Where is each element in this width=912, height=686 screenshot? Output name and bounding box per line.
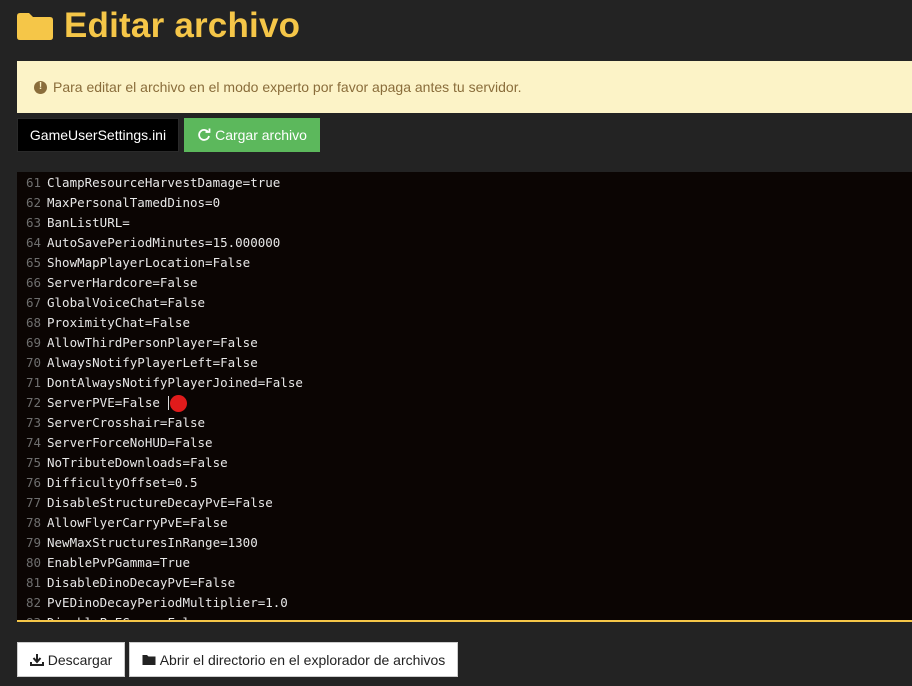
download-button[interactable]: Descargar bbox=[17, 642, 125, 677]
code-line: 68 ProximityChat=False bbox=[17, 312, 912, 332]
code-line: 81 DisableDinoDecayPvE=False bbox=[17, 572, 912, 592]
line-text: ServerHardcore=False bbox=[47, 274, 198, 290]
line-text: BanListURL= bbox=[47, 214, 130, 230]
line-number: 75 bbox=[25, 454, 41, 470]
code-line: 75 NoTributeDownloads=False bbox=[17, 452, 912, 472]
line-number: 78 bbox=[25, 514, 41, 530]
line-text: ProximityChat=False bbox=[47, 314, 190, 330]
code-line: 83 DisablePvEGamma=False bbox=[17, 612, 912, 622]
line-text: AutoSavePeriodMinutes=15.000000 bbox=[47, 234, 281, 250]
line-number: 67 bbox=[25, 294, 41, 310]
load-file-label: Cargar archivo bbox=[215, 127, 307, 143]
line-number: 63 bbox=[25, 214, 41, 230]
code-line: 67 GlobalVoiceChat=False bbox=[17, 292, 912, 312]
folder-icon bbox=[142, 655, 156, 665]
line-text: ServerCrosshair=False bbox=[47, 414, 206, 430]
line-text: AllowFlyerCarryPvE=False bbox=[47, 514, 228, 530]
line-text: ServerForceNoHUD=False bbox=[47, 434, 213, 450]
line-text: EnablePvPGamma=True bbox=[47, 554, 190, 570]
code-line: 65 ShowMapPlayerLocation=False bbox=[17, 252, 912, 272]
header: Editar archivo bbox=[16, 4, 300, 48]
line-text: AllowThirdPersonPlayer=False bbox=[47, 334, 258, 350]
alert-warning: ! Para editar el archivo en el modo expe… bbox=[17, 61, 912, 113]
code-line: 69 AllowThirdPersonPlayer=False bbox=[17, 332, 912, 352]
code-line: 80 EnablePvPGamma=True bbox=[17, 552, 912, 572]
refresh-icon bbox=[198, 128, 211, 141]
line-text: DisableDinoDecayPvE=False bbox=[47, 574, 236, 590]
code-lines: 61 ClampResourceHarvestDamage=true 62 MaxPe… bbox=[17, 172, 912, 622]
line-number: 73 bbox=[25, 414, 41, 430]
line-number: 66 bbox=[25, 274, 41, 290]
code-line: 70 AlwaysNotifyPlayerLeft=False bbox=[17, 352, 912, 372]
code-line: 66 ServerHardcore=False bbox=[17, 272, 912, 292]
line-number: 80 bbox=[25, 554, 41, 570]
line-text: DisableStructureDecayPvE=False bbox=[47, 494, 273, 510]
line-number: 74 bbox=[25, 434, 41, 450]
line-number: 77 bbox=[25, 494, 41, 510]
code-line: 71 DontAlwaysNotifyPlayerJoined=False bbox=[17, 372, 912, 392]
file-name-label: GameUserSettings.ini bbox=[17, 118, 179, 152]
download-label: Descargar bbox=[47, 651, 113, 668]
line-text: NewMaxStructuresInRange=1300 bbox=[47, 534, 258, 550]
code-line: 76 DifficultyOffset=0.5 bbox=[17, 472, 912, 492]
code-line: 62 MaxPersonalTamedDinos=0 bbox=[17, 192, 912, 212]
code-line: 79 NewMaxStructuresInRange=1300 bbox=[17, 532, 912, 552]
line-text: ShowMapPlayerLocation=False bbox=[47, 254, 251, 270]
line-number: 76 bbox=[25, 474, 41, 490]
code-line: 63 BanListURL= bbox=[17, 212, 912, 232]
code-line: 77 DisableStructureDecayPvE=False bbox=[17, 492, 912, 512]
load-file-button[interactable]: Cargar archivo bbox=[184, 118, 320, 152]
download-icon bbox=[29, 654, 44, 666]
line-number: 61 bbox=[25, 174, 41, 190]
code-line: 82 PvEDinoDecayPeriodMultiplier=1.0 bbox=[17, 592, 912, 612]
line-number: 69 bbox=[25, 334, 41, 350]
line-text: NoTributeDownloads=False bbox=[47, 454, 228, 470]
line-number: 72 bbox=[25, 394, 41, 410]
line-text: DifficultyOffset=0.5 bbox=[47, 474, 198, 490]
open-directory-button[interactable]: Abrir el directorio en el explorador de … bbox=[129, 642, 458, 677]
line-number: 62 bbox=[25, 194, 41, 210]
line-text: DisablePvEGamma=False bbox=[47, 614, 206, 622]
line-number: 82 bbox=[25, 594, 41, 610]
page: Editar archivo ! Para editar el archivo … bbox=[0, 0, 912, 686]
line-number: 64 bbox=[25, 234, 41, 250]
page-title: Editar archivo bbox=[64, 6, 301, 45]
line-number: 81 bbox=[25, 574, 41, 590]
line-text: DontAlwaysNotifyPlayerJoined=False bbox=[47, 374, 303, 390]
line-text: GlobalVoiceChat=False bbox=[47, 294, 206, 310]
mouse-cursor-indicator bbox=[170, 395, 187, 412]
code-line: 61 ClampResourceHarvestDamage=true bbox=[17, 172, 912, 192]
open-directory-label: Abrir el directorio en el explorador de … bbox=[159, 651, 446, 668]
code-line: 72 ServerPVE=False bbox=[17, 392, 912, 412]
line-number: 68 bbox=[25, 314, 41, 330]
line-text: PvEDinoDecayPeriodMultiplier=1.0 bbox=[47, 594, 288, 610]
alert-text: Para editar el archivo en el modo expert… bbox=[53, 79, 522, 95]
text-caret bbox=[168, 396, 169, 410]
code-line: 73 ServerCrosshair=False bbox=[17, 412, 912, 432]
line-text: ClampResourceHarvestDamage=true bbox=[47, 174, 281, 190]
line-number: 65 bbox=[25, 254, 41, 270]
code-line: 74 ServerForceNoHUD=False bbox=[17, 432, 912, 452]
code-editor[interactable]: 61 ClampResourceHarvestDamage=true 62 MaxPe… bbox=[17, 172, 912, 622]
line-number: 83 bbox=[25, 614, 41, 622]
code-line: 64 AutoSavePeriodMinutes=15.000000 bbox=[17, 232, 912, 252]
exclamation-circle-icon: ! bbox=[34, 80, 47, 94]
line-text: ServerPVE=False bbox=[47, 394, 160, 410]
line-number: 70 bbox=[25, 354, 41, 370]
line-number: 79 bbox=[25, 534, 41, 550]
folder-icon bbox=[17, 13, 53, 40]
line-text: MaxPersonalTamedDinos=0 bbox=[47, 194, 221, 210]
code-line: 78 AllowFlyerCarryPvE=False bbox=[17, 512, 912, 532]
line-number: 71 bbox=[25, 374, 41, 390]
line-text: AlwaysNotifyPlayerLeft=False bbox=[47, 354, 258, 370]
